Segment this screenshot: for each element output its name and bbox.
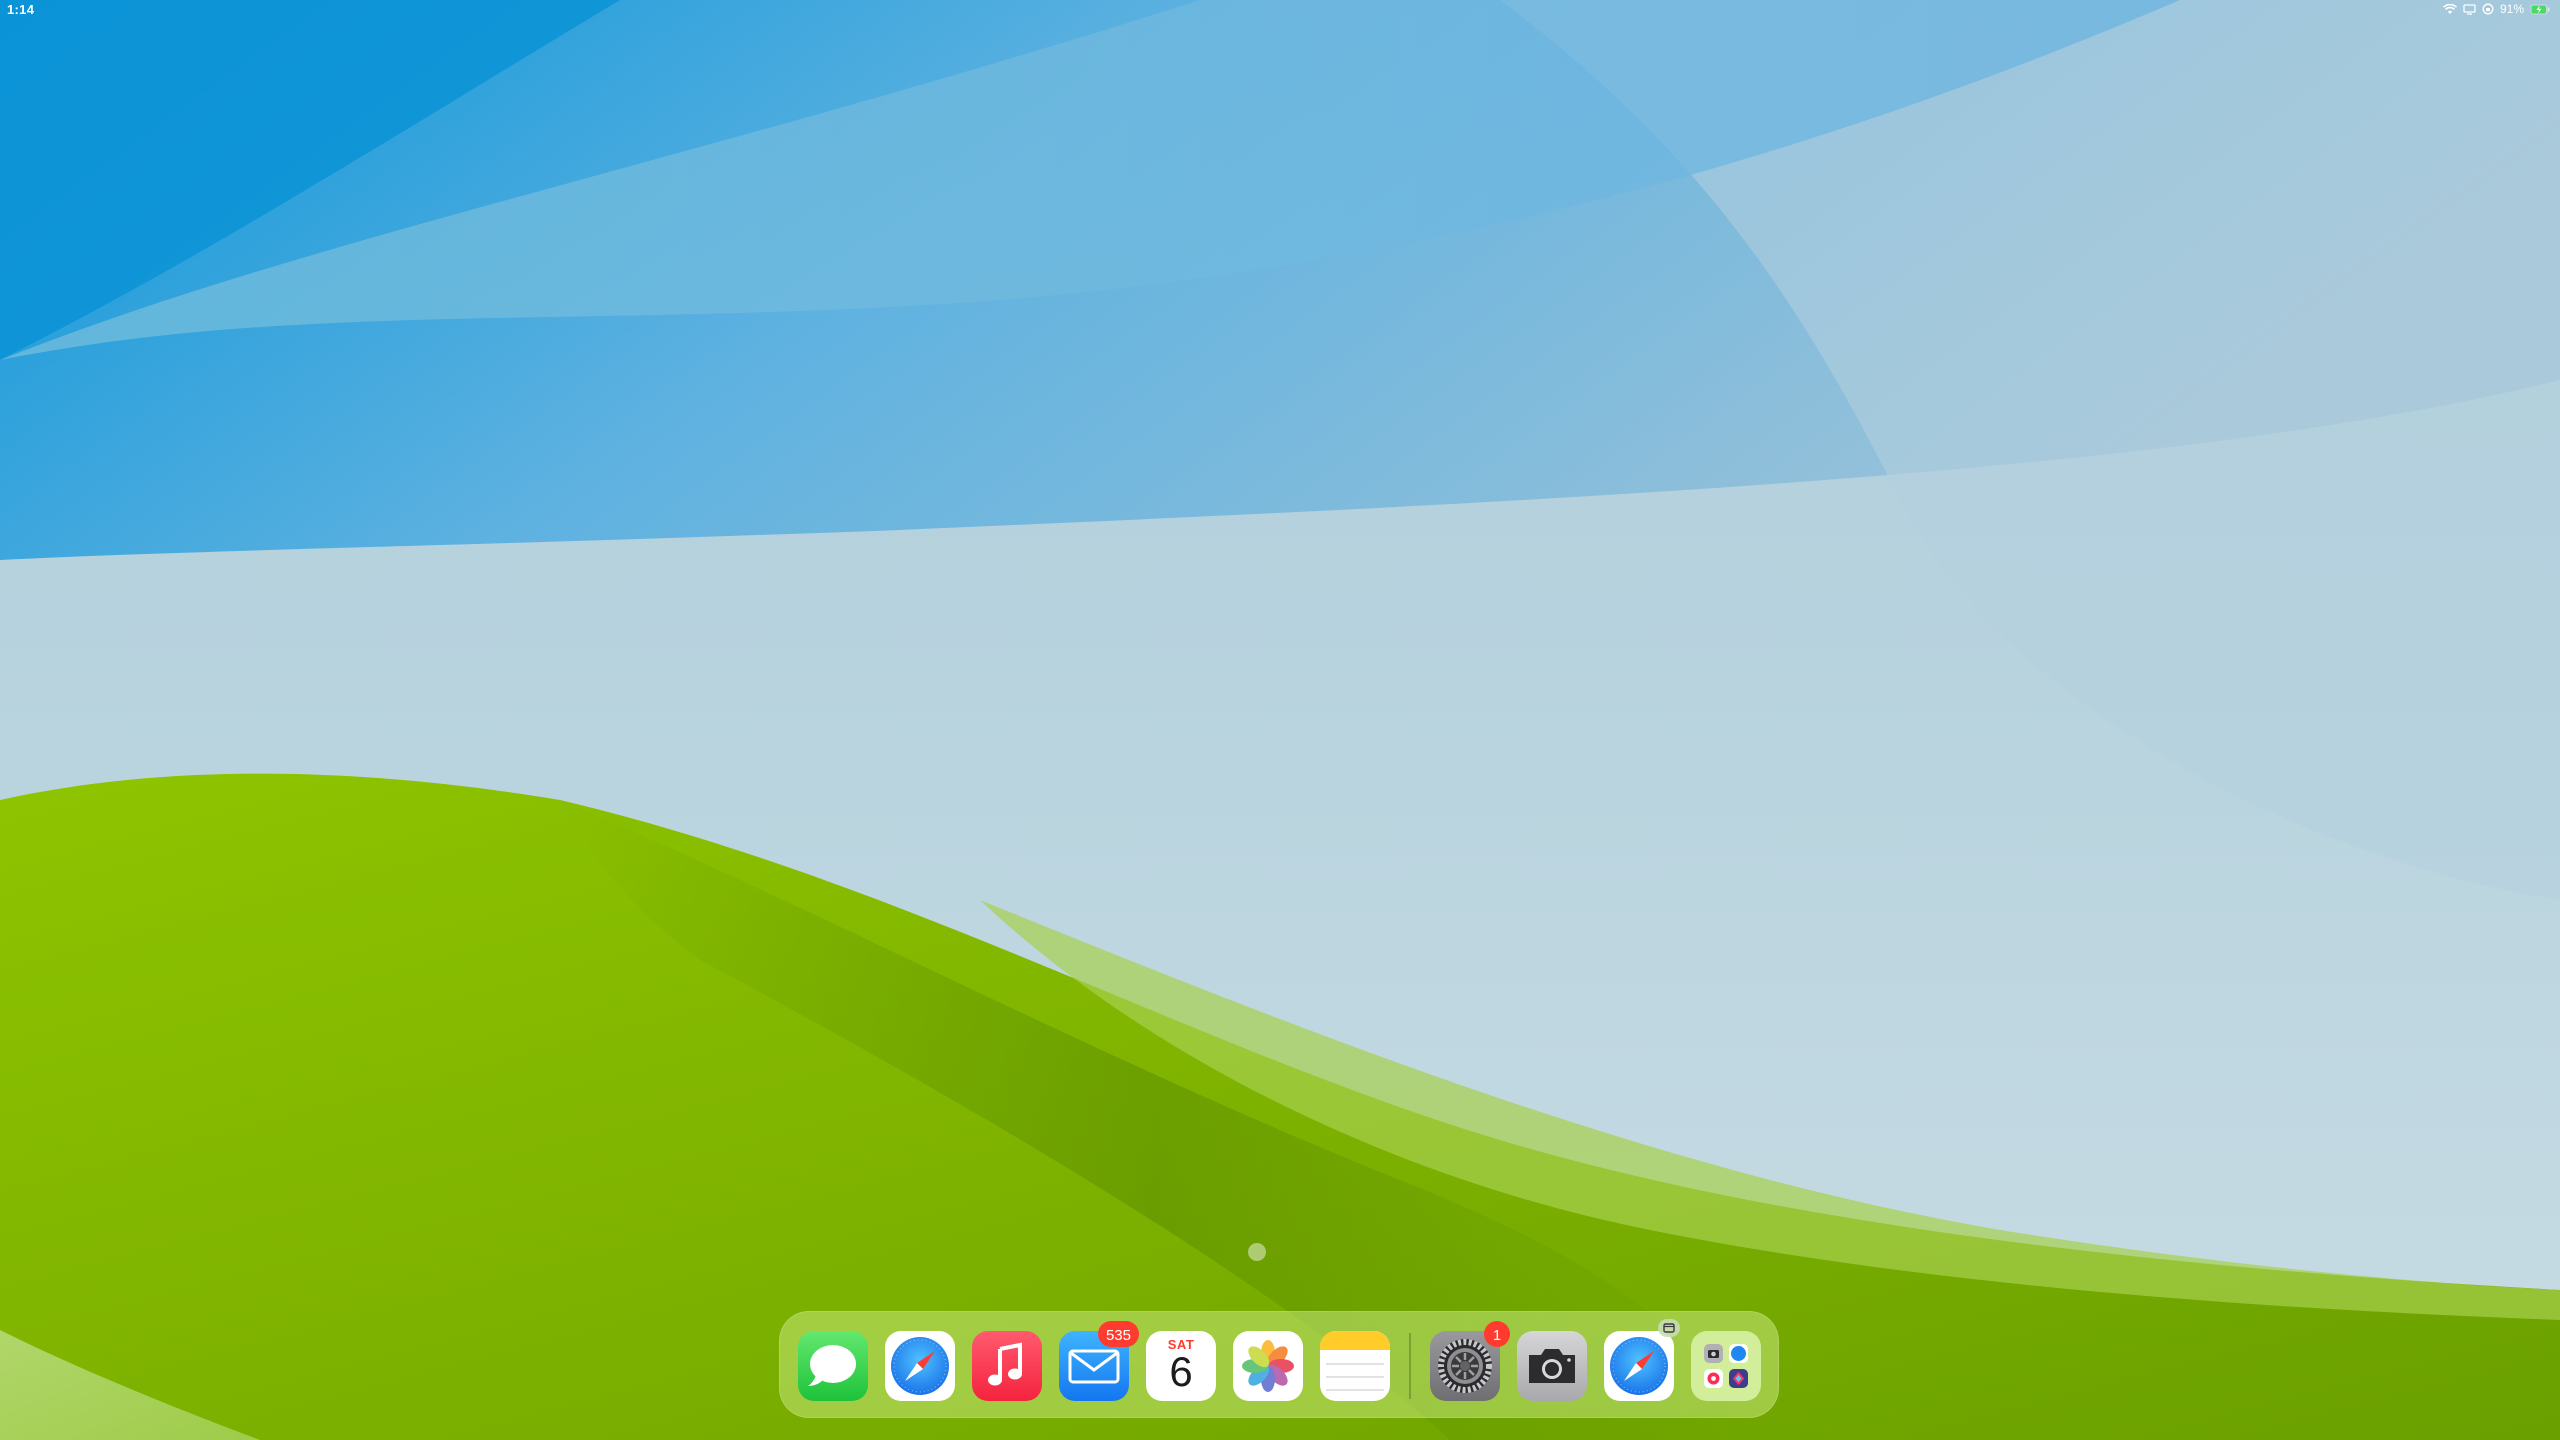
- dock-app-safari[interactable]: [885, 1331, 955, 1401]
- safari-icon: [885, 1331, 955, 1401]
- battery-charging-icon: [2530, 4, 2550, 15]
- dock-app-library[interactable]: [1691, 1331, 1761, 1401]
- dock-recent-camera[interactable]: [1517, 1331, 1587, 1401]
- orientation-lock-icon: [2482, 3, 2494, 15]
- dock-app-mail[interactable]: 535: [1059, 1321, 1139, 1401]
- home-screen: 1:14 91% 535 SAT 6 1: [0, 0, 2560, 1440]
- safari-icon: [1604, 1331, 1674, 1401]
- dock-app-music[interactable]: [972, 1331, 1042, 1401]
- dock-app-notes[interactable]: [1320, 1331, 1390, 1401]
- photos-icon: [1233, 1331, 1303, 1401]
- calendar-date: 6: [1169, 1348, 1193, 1395]
- multi-window-icon: [1658, 1319, 1680, 1337]
- calendar-icon: SAT 6: [1146, 1331, 1216, 1401]
- dock-app-messages[interactable]: [798, 1331, 868, 1401]
- dock-app-calendar[interactable]: SAT 6: [1146, 1331, 1216, 1401]
- status-indicators: 91%: [2443, 2, 2550, 16]
- battery-percentage: 91%: [2499, 2, 2524, 16]
- music-icon: [972, 1331, 1042, 1401]
- dock-recent-settings[interactable]: 1: [1430, 1321, 1510, 1401]
- page-indicator-dot[interactable]: [1248, 1243, 1266, 1261]
- mail-badge: 535: [1097, 1321, 1139, 1347]
- camera-icon: [1517, 1331, 1587, 1401]
- messages-icon: [798, 1331, 868, 1401]
- screen-mirroring-icon: [2463, 3, 2476, 15]
- dock-app-photos[interactable]: [1233, 1331, 1303, 1401]
- dock-recent-safari[interactable]: [1604, 1319, 1680, 1401]
- settings-badge: 1: [1484, 1321, 1510, 1347]
- dock-divider: [1409, 1333, 1411, 1399]
- wallpaper: [0, 0, 2560, 1440]
- status-bar: 1:14 91%: [0, 0, 2560, 20]
- wifi-icon: [2443, 3, 2457, 15]
- app-library-icon: [1691, 1331, 1761, 1401]
- notes-icon: [1320, 1331, 1390, 1401]
- dock: 535 SAT 6 1: [779, 1311, 1779, 1418]
- status-time: 1:14: [7, 2, 35, 17]
